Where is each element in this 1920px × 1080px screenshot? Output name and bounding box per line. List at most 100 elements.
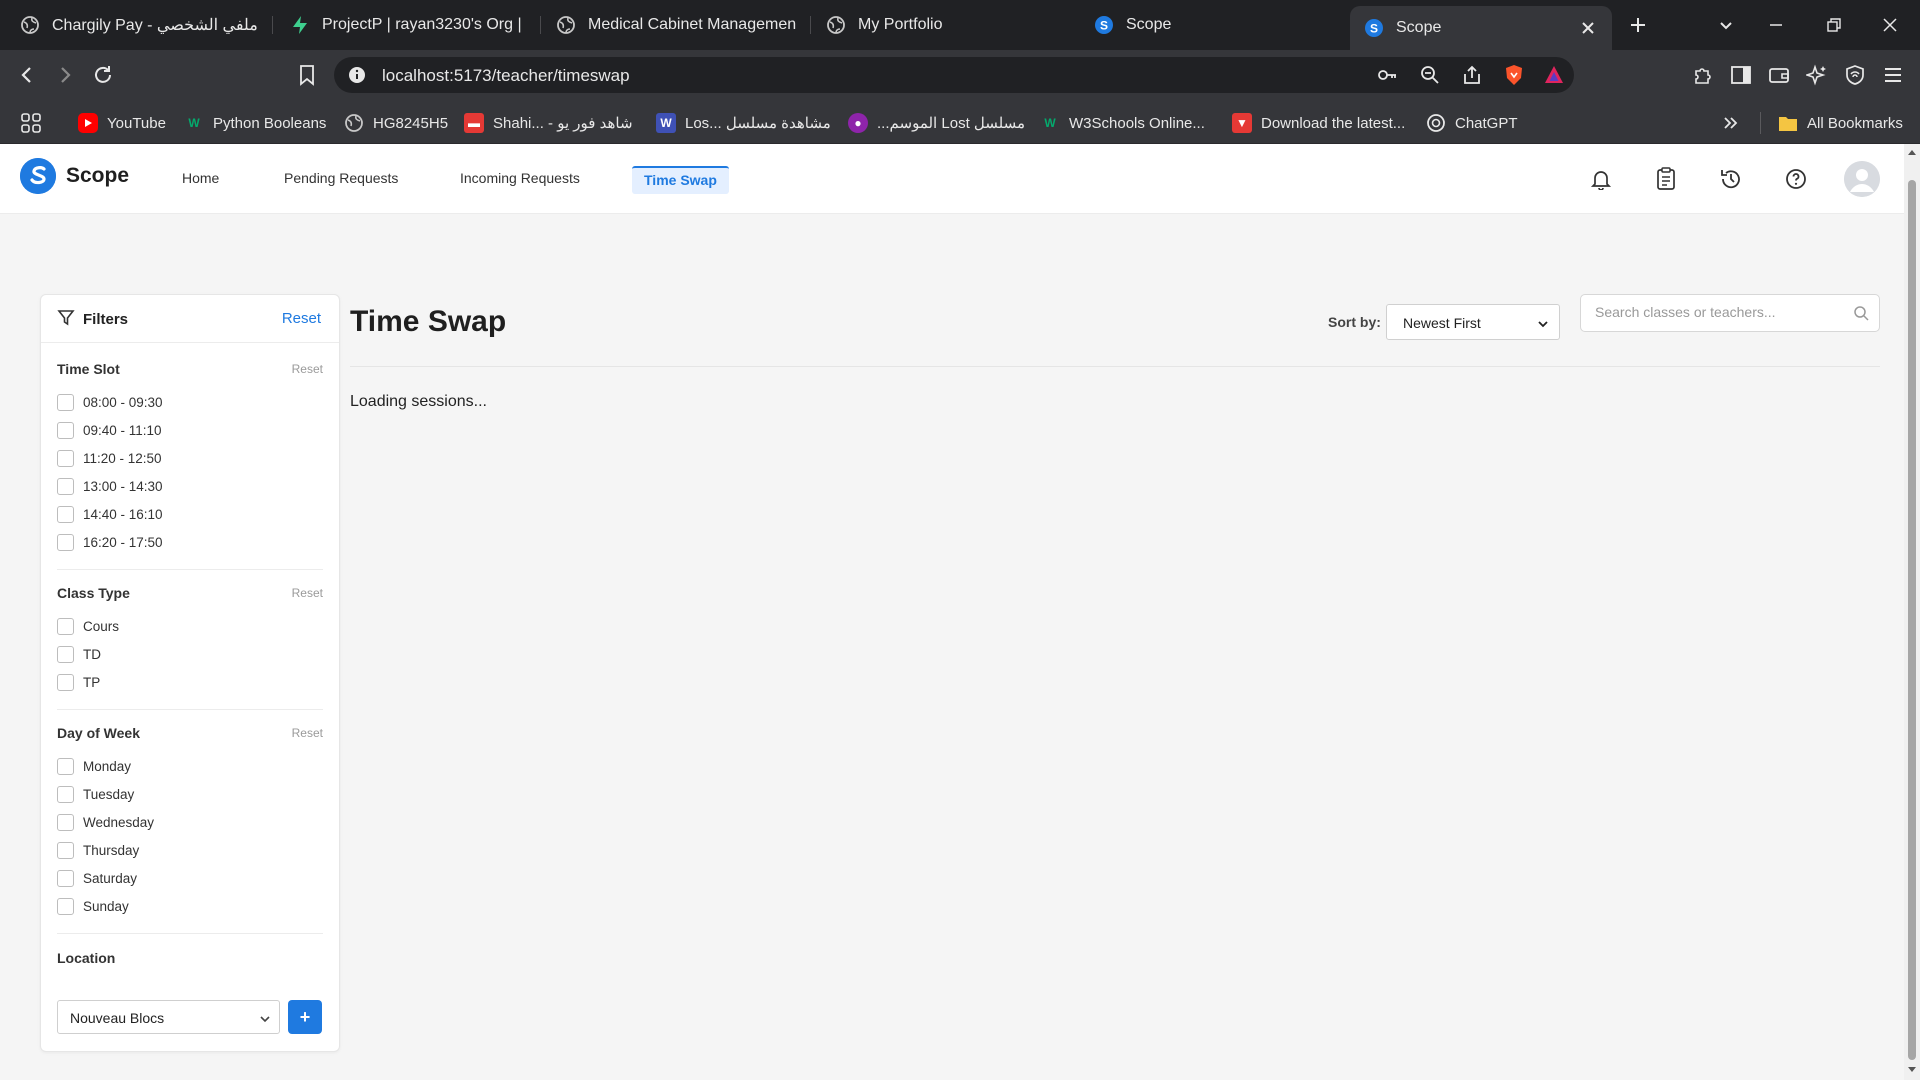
brave-shield-icon[interactable]: [1503, 64, 1525, 86]
time-slot-option[interactable]: 08:00 - 09:30: [57, 392, 163, 412]
class-type-option[interactable]: TD: [57, 644, 101, 664]
sort-select[interactable]: Newest First: [1386, 304, 1560, 340]
time-slot-reset-button[interactable]: Reset: [292, 362, 323, 376]
nav-home[interactable]: Home: [182, 170, 219, 186]
scrollbar-thumb[interactable]: [1908, 180, 1916, 1060]
time-slot-option[interactable]: 11:20 - 12:50: [57, 448, 162, 468]
w-icon: W: [656, 113, 676, 133]
reload-icon[interactable]: [90, 62, 116, 88]
loading-message: Loading sessions...: [350, 393, 487, 410]
search-input[interactable]: [1595, 304, 1835, 320]
close-icon[interactable]: [1578, 18, 1598, 38]
back-icon[interactable]: [14, 62, 40, 88]
sidebar-icon[interactable]: [1728, 62, 1754, 88]
brave-rewards-icon[interactable]: [1543, 64, 1565, 86]
class-type-title: Class Type: [57, 585, 130, 601]
bookmark-w3schools[interactable]: W W3Schools Online...: [1040, 112, 1205, 134]
bookmark-lost-series[interactable]: W Los... مشاهدة مسلسل: [656, 112, 831, 134]
class-type-option[interactable]: Cours: [57, 616, 119, 636]
menu-icon[interactable]: [1880, 62, 1906, 88]
checkbox[interactable]: [57, 393, 74, 411]
film-icon: ●: [848, 113, 868, 133]
vpn-icon[interactable]: [1842, 62, 1868, 88]
browser-tab-chargily[interactable]: Chargily Pay - ملفي الشخصي: [20, 0, 268, 50]
add-location-button[interactable]: +: [288, 1000, 322, 1034]
close-window-icon[interactable]: [1878, 13, 1902, 37]
nav-incoming-requests[interactable]: Incoming Requests: [460, 170, 580, 186]
filters-reset-button[interactable]: Reset: [282, 310, 321, 327]
history-icon[interactable]: [1718, 166, 1744, 192]
browser-tab-portfolio[interactable]: My Portfolio: [826, 0, 1066, 50]
checkbox[interactable]: [57, 785, 74, 803]
day-of-week-option[interactable]: Sunday: [57, 896, 129, 916]
restore-icon[interactable]: [1822, 13, 1846, 37]
checkbox[interactable]: [57, 673, 74, 691]
location-select[interactable]: Nouveau Blocs: [57, 1000, 280, 1034]
class-type-option[interactable]: TP: [57, 672, 100, 692]
day-of-week-reset-button[interactable]: Reset: [292, 726, 323, 740]
globe-icon: [20, 15, 40, 35]
checkbox[interactable]: [57, 757, 74, 775]
clipboard-icon[interactable]: [1653, 166, 1679, 192]
bell-icon[interactable]: [1588, 166, 1614, 192]
time-slot-option[interactable]: 16:20 - 17:50: [57, 532, 163, 552]
checkbox[interactable]: [57, 841, 74, 859]
checkbox[interactable]: [57, 533, 74, 551]
day-of-week-option[interactable]: Tuesday: [57, 784, 134, 804]
browser-tab-medical[interactable]: Medical Cabinet Management S: [556, 0, 796, 50]
new-tab-button[interactable]: [1626, 13, 1650, 37]
day-of-week-option[interactable]: Saturday: [57, 868, 137, 888]
minimize-icon[interactable]: [1764, 13, 1788, 37]
logo-text: Scope: [66, 164, 130, 187]
site-info-icon[interactable]: [346, 64, 368, 86]
checkbox[interactable]: [57, 421, 74, 439]
bookmark-shahid[interactable]: ▬ Shahi... - شاهد فور يو: [464, 112, 633, 134]
forward-icon[interactable]: [52, 62, 78, 88]
bookmark-youtube[interactable]: YouTube: [78, 112, 166, 134]
user-avatar[interactable]: [1844, 161, 1880, 197]
time-slot-option[interactable]: 09:40 - 11:10: [57, 420, 162, 440]
search-icon[interactable]: [1853, 305, 1869, 321]
time-slot-option[interactable]: 13:00 - 14:30: [57, 476, 163, 496]
leo-ai-icon[interactable]: [1804, 62, 1830, 88]
bookmark-icon[interactable]: [294, 62, 320, 88]
zoom-out-icon[interactable]: [1419, 64, 1441, 86]
browser-tab-supabase[interactable]: ProjectP | rayan3230's Org | Su: [290, 0, 526, 50]
tab-search-chevron-icon[interactable]: [1714, 13, 1738, 37]
app-logo[interactable]: Scope: [20, 158, 129, 194]
checkbox[interactable]: [57, 645, 74, 663]
wallet-icon[interactable]: [1766, 62, 1792, 88]
key-icon[interactable]: [1376, 64, 1398, 86]
help-icon[interactable]: [1783, 166, 1809, 192]
day-of-week-option[interactable]: Monday: [57, 756, 131, 776]
chevron-down-icon: [259, 1012, 271, 1030]
checkbox[interactable]: [57, 869, 74, 887]
bookmark-download-latest[interactable]: ▼ Download the latest...: [1232, 112, 1405, 134]
bookmark-lost-season[interactable]: ● ...الموسم Lost مسلسل: [848, 112, 1025, 134]
checkbox[interactable]: [57, 813, 74, 831]
page-scrollbar[interactable]: [1904, 144, 1920, 1080]
more-bookmarks-icon[interactable]: [1722, 112, 1740, 134]
all-bookmarks[interactable]: All Bookmarks: [1778, 112, 1903, 134]
day-of-week-option[interactable]: Thursday: [57, 840, 139, 860]
checkbox[interactable]: [57, 449, 74, 467]
time-slot-option[interactable]: 14:40 - 16:10: [57, 504, 163, 524]
share-icon[interactable]: [1461, 64, 1483, 86]
bookmark-chatgpt[interactable]: ChatGPT: [1426, 112, 1518, 134]
day-of-week-option[interactable]: Wednesday: [57, 812, 154, 832]
apps-icon[interactable]: [20, 112, 42, 134]
bookmark-python-booleans[interactable]: W Python Booleans: [184, 112, 326, 134]
sort-label: Sort by:: [1328, 314, 1381, 330]
nav-pending-requests[interactable]: Pending Requests: [284, 170, 398, 186]
nav-time-swap[interactable]: Time Swap: [632, 166, 729, 194]
checkbox[interactable]: [57, 897, 74, 915]
checkbox[interactable]: [57, 617, 74, 635]
checkbox[interactable]: [57, 477, 74, 495]
bookmark-hg8245h5[interactable]: HG8245H5: [344, 112, 448, 134]
extensions-icon[interactable]: [1690, 62, 1716, 88]
browser-tab-scope-active[interactable]: S Scope: [1350, 6, 1612, 50]
checkbox[interactable]: [57, 505, 74, 523]
address-bar[interactable]: localhost:5173/teacher/timeswap: [334, 57, 1574, 93]
browser-tab-scope[interactable]: S Scope: [1094, 0, 1324, 50]
class-type-reset-button[interactable]: Reset: [292, 586, 323, 600]
